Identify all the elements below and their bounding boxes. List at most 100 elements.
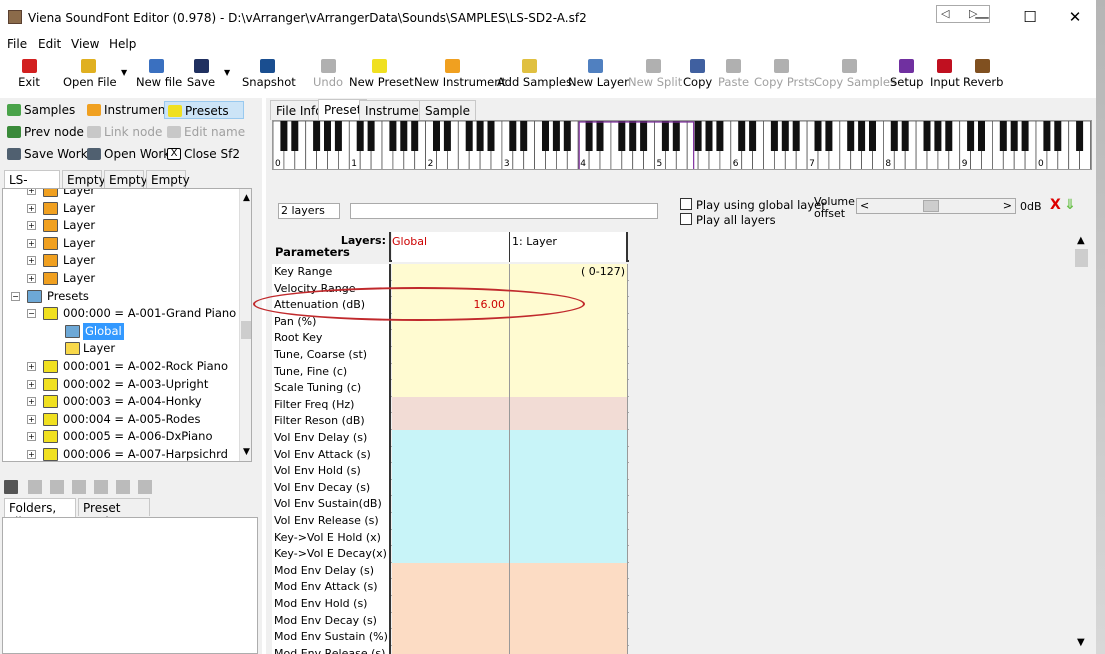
expand-icon[interactable]: + (27, 238, 36, 248)
play-all-checkbox[interactable] (680, 213, 692, 225)
black-key[interactable] (661, 121, 669, 151)
global-value-cell[interactable] (392, 446, 510, 464)
param-name[interactable]: Vol Env Sustain(dB) (272, 496, 391, 513)
param-name[interactable]: Mod Env Delay (s) (272, 562, 391, 580)
black-key[interactable] (869, 121, 876, 151)
tree-node[interactable]: + Layer (3, 217, 237, 234)
param-name[interactable]: Filter Freq (Hz) (272, 396, 391, 414)
volume-slider-thumb[interactable] (923, 200, 940, 212)
close-button[interactable]: ✕ (1055, 6, 1095, 28)
black-key[interactable] (411, 121, 419, 151)
black-key[interactable] (520, 121, 528, 151)
expand-icon[interactable]: + (27, 397, 36, 407)
edit-name-button[interactable]: Edit name (164, 123, 245, 141)
layer-value-cell[interactable]: ( 0-127) (510, 264, 628, 281)
black-key[interactable] (716, 121, 724, 151)
minimize-button[interactable]: — (962, 6, 1002, 28)
expand-icon[interactable]: + (27, 432, 36, 442)
layer-value-cell[interactable] (510, 496, 628, 513)
black-key[interactable] (389, 121, 397, 151)
grid-scroll-down-icon[interactable]: ▼ (1077, 637, 1085, 648)
expand-icon[interactable]: + (27, 274, 36, 283)
link-node-button[interactable]: Link node (84, 123, 162, 141)
tree-node[interactable]: +000:001 = A-002-Rock Piano (3, 358, 237, 375)
black-key[interactable] (672, 121, 680, 151)
tree-node[interactable]: − 000:000 = A-001-Grand Piano (3, 305, 237, 322)
black-key[interactable] (1076, 121, 1084, 151)
close-sf2-button[interactable]: X Close Sf2 (164, 145, 240, 163)
layer-value-cell[interactable] (510, 612, 628, 630)
global-value-cell[interactable] (392, 413, 510, 430)
layer-value-cell[interactable] (510, 430, 628, 447)
global-value-cell[interactable] (392, 596, 510, 613)
tree-node[interactable]: Global (3, 322, 237, 340)
black-key[interactable] (618, 121, 626, 151)
param-name[interactable]: Filter Reson (dB) (272, 413, 391, 430)
black-key[interactable] (923, 121, 931, 151)
tree-node[interactable]: +000:002 = A-003-Upright (3, 376, 237, 393)
files-pane[interactable] (2, 517, 258, 654)
collapse-icon[interactable]: − (11, 291, 20, 301)
black-key[interactable] (1043, 121, 1051, 151)
global-value-cell[interactable] (392, 529, 510, 547)
delete-x-icon[interactable]: X (1050, 198, 1063, 213)
global-value-cell[interactable] (392, 380, 510, 397)
expand-icon[interactable]: + (27, 414, 36, 424)
black-key[interactable] (563, 121, 571, 151)
black-key[interactable] (1010, 121, 1018, 151)
black-key[interactable] (781, 121, 789, 151)
black-key[interactable] (509, 121, 517, 151)
global-value-cell[interactable] (392, 347, 510, 364)
tool-icon-6[interactable] (138, 480, 152, 494)
expand-icon[interactable]: + (27, 256, 36, 266)
reverb-button[interactable]: Reverb (963, 56, 1003, 96)
black-key[interactable] (694, 121, 702, 151)
copy-samples-button[interactable]: Copy Samples (814, 56, 896, 96)
tab-folders-files[interactable]: Folders, Files (4, 498, 76, 529)
param-name[interactable]: Key Range (272, 264, 391, 281)
global-value-cell[interactable] (392, 562, 510, 580)
left-arrow-icon[interactable]: ◁ (941, 7, 949, 20)
param-name[interactable]: Vol Env Delay (s) (272, 430, 391, 447)
tree-node[interactable]: + Layer (3, 252, 237, 269)
grid-scroll-thumb[interactable] (1075, 249, 1088, 267)
maximize-button[interactable]: ☐ (1010, 6, 1050, 28)
menu-help[interactable]: Help (109, 37, 136, 51)
black-key[interactable] (1021, 121, 1029, 151)
param-name[interactable]: Mod Env Release (s) (272, 645, 391, 654)
tool-icon-4[interactable] (94, 480, 108, 494)
layer-value-cell[interactable] (510, 413, 628, 430)
tree-scrollbar[interactable]: ▲ ▼ (239, 189, 251, 461)
black-key[interactable] (934, 121, 942, 151)
layer-value-cell[interactable] (510, 645, 628, 654)
volume-slider[interactable]: < > (856, 198, 1016, 214)
tree-node[interactable]: + Layer (3, 189, 237, 199)
setup-button[interactable]: Setup (890, 56, 923, 96)
grid-scroll-up-icon[interactable]: ▲ (1077, 235, 1085, 246)
paste-button[interactable]: Paste (718, 56, 749, 96)
param-name[interactable]: Key->Vol E Decay(x) (272, 546, 391, 563)
expand-icon[interactable]: + (27, 450, 36, 459)
black-key[interactable] (334, 121, 342, 151)
open-file-dropdown-icon[interactable]: ▼ (121, 68, 127, 77)
column-header-global[interactable]: Global (392, 232, 510, 262)
param-name[interactable]: Tune, Fine (c) (272, 363, 391, 381)
param-name[interactable]: Vol Env Hold (s) (272, 463, 391, 480)
tree-node[interactable]: Layer (3, 340, 237, 357)
tool-icon-5[interactable] (116, 480, 130, 494)
param-name[interactable]: Mod Env Sustain (%) (272, 629, 391, 646)
scroll-up-icon[interactable]: ▲ (243, 193, 250, 203)
tree-node[interactable]: + Layer (3, 270, 237, 287)
tree-scroll-thumb[interactable] (241, 321, 251, 339)
tree-node[interactable]: + Layer (3, 235, 237, 252)
layer-value-cell[interactable] (510, 546, 628, 563)
sf2-tree[interactable]: + Layer + Layer + Layer + Layer + Layer + Layer − Pre… (2, 188, 252, 462)
global-value-cell[interactable] (392, 463, 510, 480)
black-key[interactable] (999, 121, 1007, 151)
global-value-cell[interactable] (392, 579, 510, 596)
black-key[interactable] (280, 121, 288, 151)
layer-value-cell[interactable] (510, 596, 628, 613)
black-key[interactable] (978, 121, 985, 151)
save-button[interactable]: Save (186, 56, 216, 96)
black-key[interactable] (476, 121, 484, 151)
